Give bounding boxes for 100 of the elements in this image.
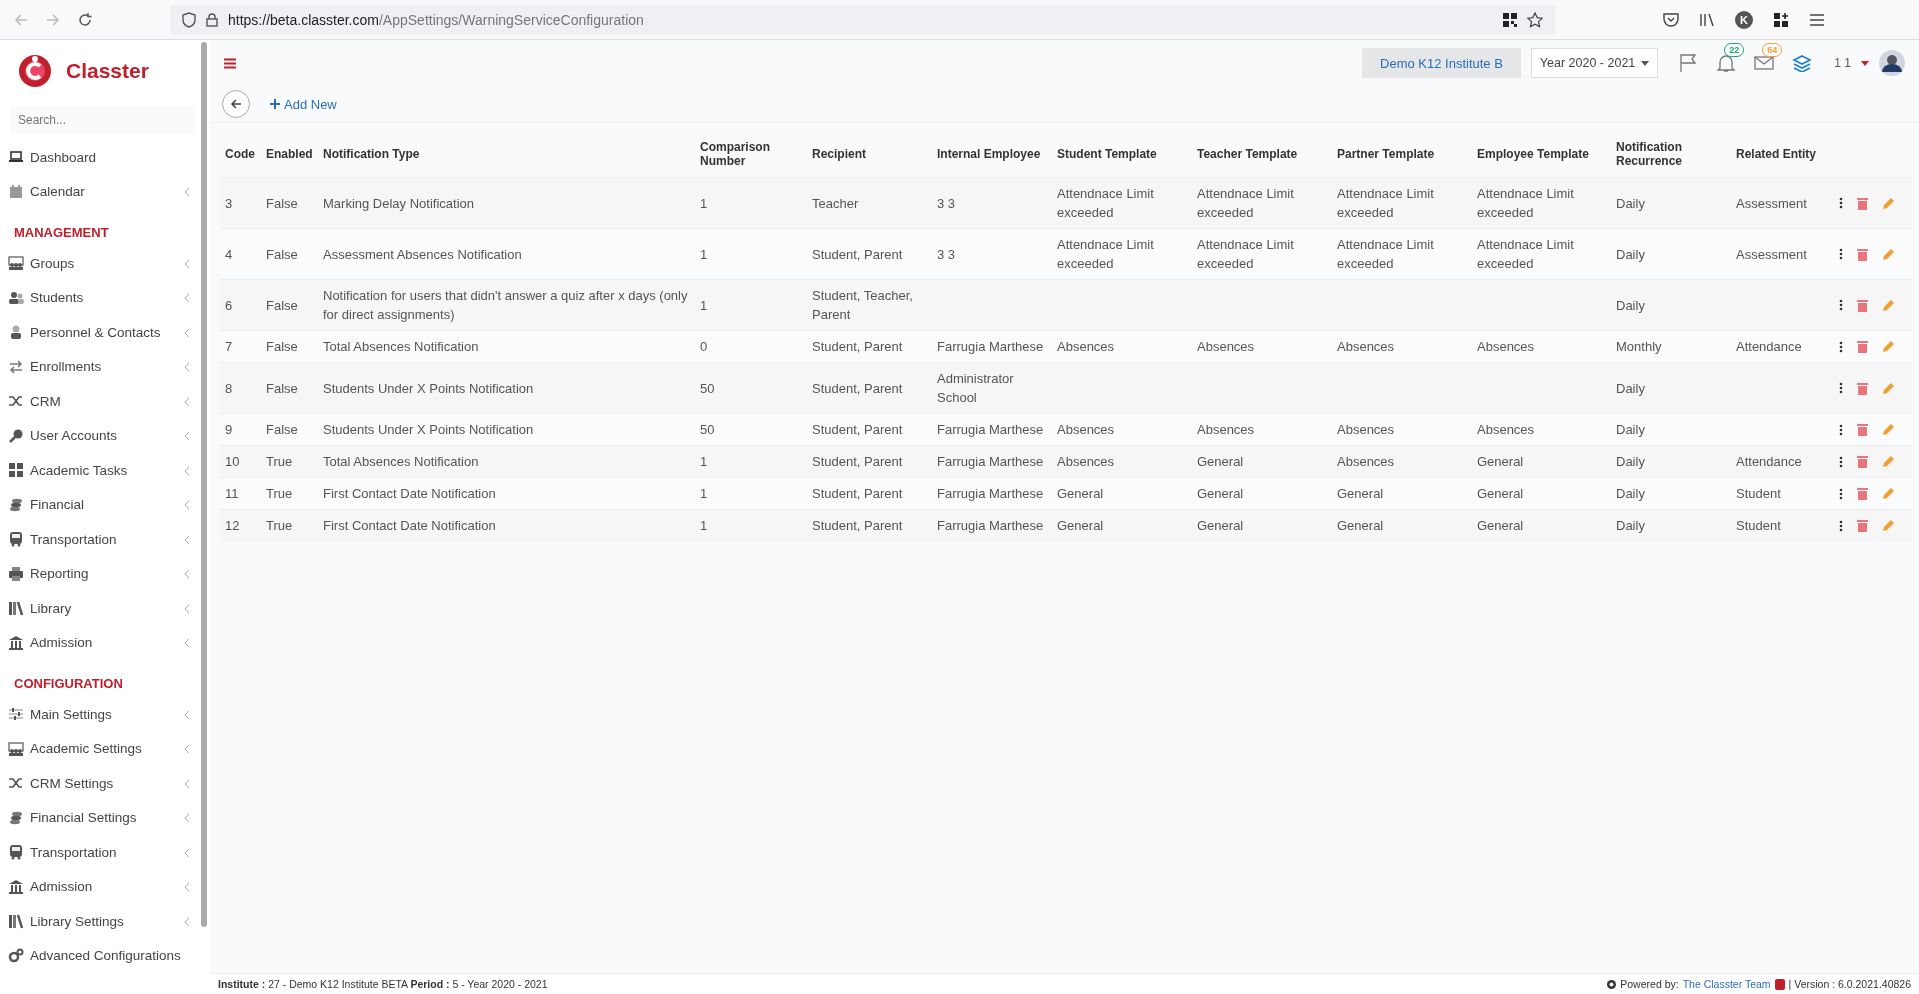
table-cell: False — [266, 246, 298, 262]
section-heading: MANAGEMENT — [13, 224, 110, 242]
library-icon[interactable] — [1699, 11, 1715, 28]
more-icon[interactable] — [1839, 519, 1843, 532]
table-cell: 1 — [700, 486, 708, 501]
sidebar-item[interactable]: CRM Settings — [0, 766, 210, 801]
sidebar-item[interactable]: Library Settings — [0, 904, 210, 939]
table-cell: Notification for users that didn't answer a quiz after x days (only for direct assignments) — [323, 288, 688, 322]
table-cell: General — [1477, 486, 1524, 501]
sidebar-item[interactable]: Academic Tasks — [0, 453, 210, 488]
sidebar-item[interactable]: Transportation — [0, 835, 210, 870]
user-name[interactable]: 1 1 — [1834, 56, 1851, 70]
back-button[interactable] — [222, 90, 250, 118]
address-bar[interactable]: https://beta.classter.com/AppSettings/WarningServiceConfiguration — [170, 4, 1555, 35]
sidebar-item[interactable]: Calendar — [0, 174, 210, 209]
star-icon[interactable] — [1527, 11, 1543, 28]
sidebar-item[interactable]: Admission — [0, 869, 210, 904]
table-cell: First Contact Date Notification — [323, 518, 496, 533]
pencil-icon[interactable] — [1882, 423, 1895, 436]
sidebar-item[interactable]: Students — [0, 280, 210, 315]
trash-icon[interactable] — [1857, 340, 1868, 353]
more-icon[interactable] — [1839, 382, 1843, 394]
column-header: Teacher Template — [1197, 147, 1298, 161]
column-header: Notification Recurrence — [1616, 140, 1683, 168]
table-cell: 7 — [225, 339, 233, 354]
sidebar-item[interactable]: CRM — [0, 384, 210, 419]
sidebar-item[interactable]: Reporting — [0, 556, 210, 591]
trash-icon[interactable] — [1857, 519, 1868, 532]
layers-icon[interactable] — [1792, 54, 1813, 72]
pencil-icon[interactable] — [1882, 487, 1895, 500]
institute-button[interactable]: Demo K12 Institute B — [1362, 48, 1521, 78]
table-cell: Absences — [1197, 422, 1255, 437]
sidebar-item[interactable]: Admission — [0, 625, 210, 660]
column-header: Student Template — [1057, 147, 1157, 161]
extensions-icon[interactable] — [1773, 11, 1789, 28]
pencil-icon[interactable] — [1882, 247, 1895, 261]
trash-icon[interactable] — [1857, 423, 1868, 436]
chevron-icon — [184, 917, 190, 926]
pocket-icon[interactable] — [1663, 12, 1679, 27]
avatar[interactable] — [1879, 50, 1905, 76]
more-icon[interactable] — [1839, 197, 1843, 209]
add-new-button[interactable]: Add New — [270, 96, 337, 112]
table-cell: False — [266, 380, 298, 396]
trash-icon[interactable] — [1857, 455, 1868, 468]
team-link[interactable]: The Classter Team — [1682, 978, 1771, 990]
coins-icon — [8, 496, 24, 513]
search-field[interactable]: Search... — [10, 106, 196, 134]
qr-code-icon[interactable] — [1503, 12, 1517, 27]
hamburger-icon[interactable] — [224, 57, 236, 69]
year-dropdown[interactable]: Year 2020 - 2021 — [1530, 48, 1659, 78]
table-cell: Student, Parent — [812, 339, 903, 354]
grid-icon — [8, 462, 24, 479]
chevron-icon — [184, 639, 190, 648]
sidebar-item[interactable]: Personnel & Contacts — [0, 315, 210, 350]
trash-icon[interactable] — [1857, 381, 1868, 395]
bell-icon[interactable] — [1716, 53, 1737, 73]
sidebar-item[interactable]: Advanced Configurations — [0, 938, 210, 973]
chevron-icon — [184, 432, 190, 441]
more-icon[interactable] — [1839, 487, 1843, 500]
trash-icon[interactable] — [1857, 487, 1868, 500]
sidebar-item[interactable]: Library — [0, 591, 210, 626]
trash-icon[interactable] — [1857, 247, 1868, 261]
pencil-icon[interactable] — [1882, 340, 1895, 353]
more-icon[interactable] — [1839, 248, 1843, 260]
chevron-icon — [184, 259, 190, 268]
table-cell: True — [266, 518, 293, 533]
group-icon — [8, 255, 24, 272]
more-icon[interactable] — [1839, 340, 1843, 353]
table-cell: General — [1477, 454, 1524, 469]
sidebar-item[interactable]: Groups — [0, 246, 210, 281]
chevron-icon — [184, 814, 190, 823]
menu-icon[interactable] — [1809, 12, 1825, 27]
group-icon — [8, 740, 24, 757]
sidebar-item[interactable]: Financial — [0, 487, 210, 522]
table-cell: Daily — [1616, 518, 1645, 533]
trash-icon[interactable] — [1857, 298, 1868, 312]
more-icon[interactable] — [1839, 299, 1843, 311]
table-cell: First Contact Date Notification — [323, 486, 496, 501]
sidebar-item[interactable]: User Accounts — [0, 418, 210, 453]
table-cell: Attendance — [1736, 454, 1802, 469]
table-cell: 4 — [225, 246, 233, 262]
sidebar-item[interactable]: Main Settings — [0, 697, 210, 732]
caret-icon[interactable] — [1861, 60, 1869, 66]
table-cell: Daily — [1616, 486, 1645, 501]
table-cell: Farrugia Marthese — [937, 454, 1044, 469]
more-icon[interactable] — [1839, 423, 1843, 436]
trash-icon[interactable] — [1857, 196, 1868, 210]
envelope-icon[interactable] — [1754, 55, 1775, 71]
sidebar-item[interactable]: Academic Settings — [0, 731, 210, 766]
flag-icon[interactable] — [1678, 53, 1699, 73]
table-cell: False — [266, 422, 298, 437]
reload-icon[interactable] — [78, 12, 92, 27]
sidebar-item[interactable]: Dashboard — [0, 140, 210, 175]
sidebar-item[interactable]: Financial Settings — [0, 800, 210, 835]
sidebar-item[interactable]: Transportation — [0, 522, 210, 557]
profile-avatar[interactable]: K — [1735, 10, 1753, 29]
table-cell: Student, Teacher, Parent — [812, 288, 913, 322]
table-cell: Absences — [1337, 422, 1395, 437]
more-icon[interactable] — [1839, 455, 1843, 468]
sidebar-item[interactable]: Enrollments — [0, 349, 210, 384]
